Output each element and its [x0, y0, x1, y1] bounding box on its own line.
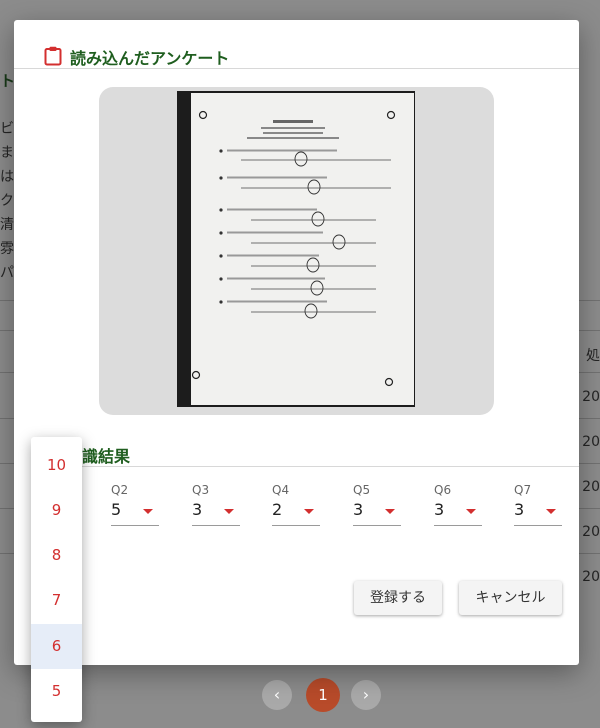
- dropdown-arrow-icon[interactable]: [546, 509, 556, 514]
- question-select-q7[interactable]: Q7 3: [514, 483, 564, 528]
- dropdown-option[interactable]: 7: [31, 578, 82, 623]
- dropdown-arrow-icon[interactable]: [466, 509, 476, 514]
- dropdown-option[interactable]: 9: [31, 488, 82, 533]
- select-underline: [111, 525, 159, 526]
- dropdown-option[interactable]: 8: [31, 533, 82, 578]
- clipboard-icon: [44, 46, 62, 66]
- survey-modal: 読み込んだアンケート 認識結果 Q2 5 Q3 3 Q4 2 Q5 3 Q6 3…: [14, 20, 579, 665]
- select-underline: [192, 525, 240, 526]
- pagination: ‹ 1 ›: [262, 677, 382, 712]
- question-value: 3: [353, 500, 364, 519]
- dropdown-option[interactable]: 5: [31, 669, 82, 714]
- question-select-q3[interactable]: Q3 3: [192, 483, 242, 528]
- question-label: Q2: [111, 483, 129, 497]
- select-underline: [434, 525, 482, 526]
- cancel-button[interactable]: キャンセル: [459, 581, 562, 615]
- modal-header: 読み込んだアンケート: [14, 42, 579, 69]
- modal-title: 読み込んだアンケート: [70, 49, 230, 68]
- dropdown-arrow-icon[interactable]: [143, 509, 153, 514]
- dropdown-option-selected[interactable]: 6: [31, 624, 82, 669]
- value-dropdown-menu: 10 9 8 7 6 5: [31, 437, 82, 722]
- dropdown-arrow-icon[interactable]: [385, 509, 395, 514]
- question-value: 3: [434, 500, 445, 519]
- question-value: 3: [192, 500, 203, 519]
- question-select-q4[interactable]: Q4 2: [272, 483, 322, 528]
- section-divider: [34, 466, 579, 467]
- select-underline: [353, 525, 401, 526]
- select-underline: [272, 525, 320, 526]
- question-value: 3: [514, 500, 525, 519]
- scanned-document: [177, 91, 415, 407]
- scanned-paper-image: [191, 93, 414, 405]
- question-label: Q6: [434, 483, 452, 497]
- question-label: Q3: [192, 483, 210, 497]
- select-underline: [514, 525, 562, 526]
- dropdown-arrow-icon[interactable]: [304, 509, 314, 514]
- question-label: Q5: [353, 483, 371, 497]
- question-label: Q4: [272, 483, 290, 497]
- question-select-q6[interactable]: Q6 3: [434, 483, 484, 528]
- dropdown-option[interactable]: 10: [31, 443, 82, 488]
- dropdown-arrow-icon[interactable]: [224, 509, 234, 514]
- question-value: 5: [111, 500, 122, 519]
- prev-page-button[interactable]: ‹: [262, 680, 292, 710]
- scanned-survey-image: [99, 87, 494, 415]
- current-page-button[interactable]: 1: [306, 678, 340, 712]
- question-select-q2[interactable]: Q2 5: [111, 483, 161, 528]
- next-page-button[interactable]: ›: [351, 680, 381, 710]
- register-button[interactable]: 登録する: [354, 581, 442, 615]
- question-select-q5[interactable]: Q5 3: [353, 483, 403, 528]
- question-value: 2: [272, 500, 283, 519]
- question-label: Q7: [514, 483, 532, 497]
